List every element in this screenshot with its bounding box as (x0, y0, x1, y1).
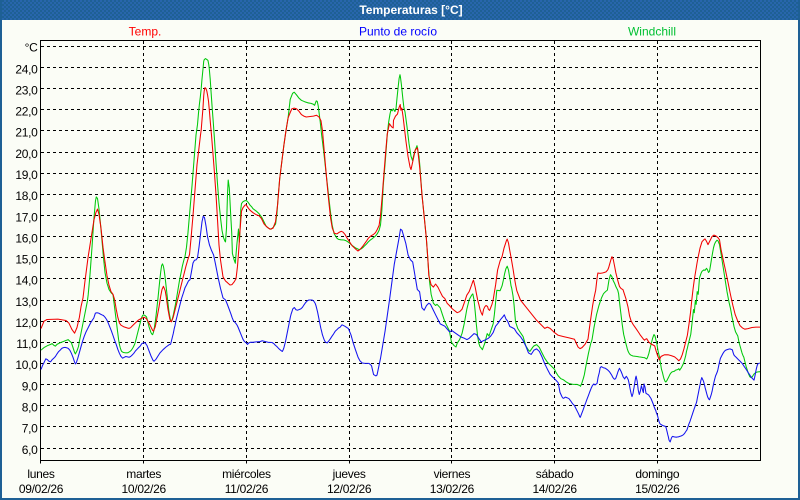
svg-text:18,0: 18,0 (15, 189, 38, 203)
svg-text:lunes: lunes (27, 467, 54, 481)
svg-text:miércoles: miércoles (222, 467, 271, 481)
svg-text:6,0: 6,0 (22, 443, 38, 457)
svg-text:10/02/26: 10/02/26 (122, 482, 167, 496)
svg-text:7,0: 7,0 (22, 422, 38, 436)
svg-text:10,0: 10,0 (15, 358, 38, 372)
svg-text:16,0: 16,0 (15, 231, 38, 245)
svg-text:15,0: 15,0 (15, 253, 38, 267)
svg-text:13/02/26: 13/02/26 (430, 482, 475, 496)
svg-text:9,0: 9,0 (22, 379, 38, 393)
svg-text:domingo: domingo (635, 467, 680, 481)
svg-text:22,0: 22,0 (15, 105, 38, 119)
svg-text:Temp.: Temp. (129, 25, 162, 39)
svg-text:24,0: 24,0 (15, 62, 38, 76)
svg-text:15/02/26: 15/02/26 (635, 482, 680, 496)
svg-text:20,0: 20,0 (15, 147, 38, 161)
svg-text:12/02/26: 12/02/26 (327, 482, 372, 496)
svg-text:11/02/26: 11/02/26 (225, 482, 269, 496)
svg-text:17,0: 17,0 (15, 210, 38, 224)
svg-text:martes: martes (126, 467, 161, 481)
svg-text:Windchill: Windchill (628, 25, 676, 39)
svg-text:jueves: jueves (332, 467, 366, 481)
svg-text:23,0: 23,0 (15, 83, 38, 97)
svg-text:viernes: viernes (434, 467, 471, 481)
svg-text:19,0: 19,0 (15, 168, 38, 182)
svg-text:13,0: 13,0 (15, 295, 38, 309)
svg-text:11,0: 11,0 (16, 337, 38, 351)
svg-text:14/02/26: 14/02/26 (532, 482, 577, 496)
svg-text:°C: °C (25, 40, 38, 54)
svg-text:12,0: 12,0 (15, 316, 38, 330)
svg-text:Punto de rocío: Punto de rocío (359, 25, 437, 39)
svg-text:sábado: sábado (536, 467, 574, 481)
svg-text:21,0: 21,0 (15, 126, 38, 140)
svg-text:8,0: 8,0 (22, 401, 38, 415)
svg-text:Temperaturas [°C]: Temperaturas [°C] (359, 3, 462, 17)
svg-text:14,0: 14,0 (15, 274, 38, 288)
svg-text:09/02/26: 09/02/26 (19, 482, 64, 496)
